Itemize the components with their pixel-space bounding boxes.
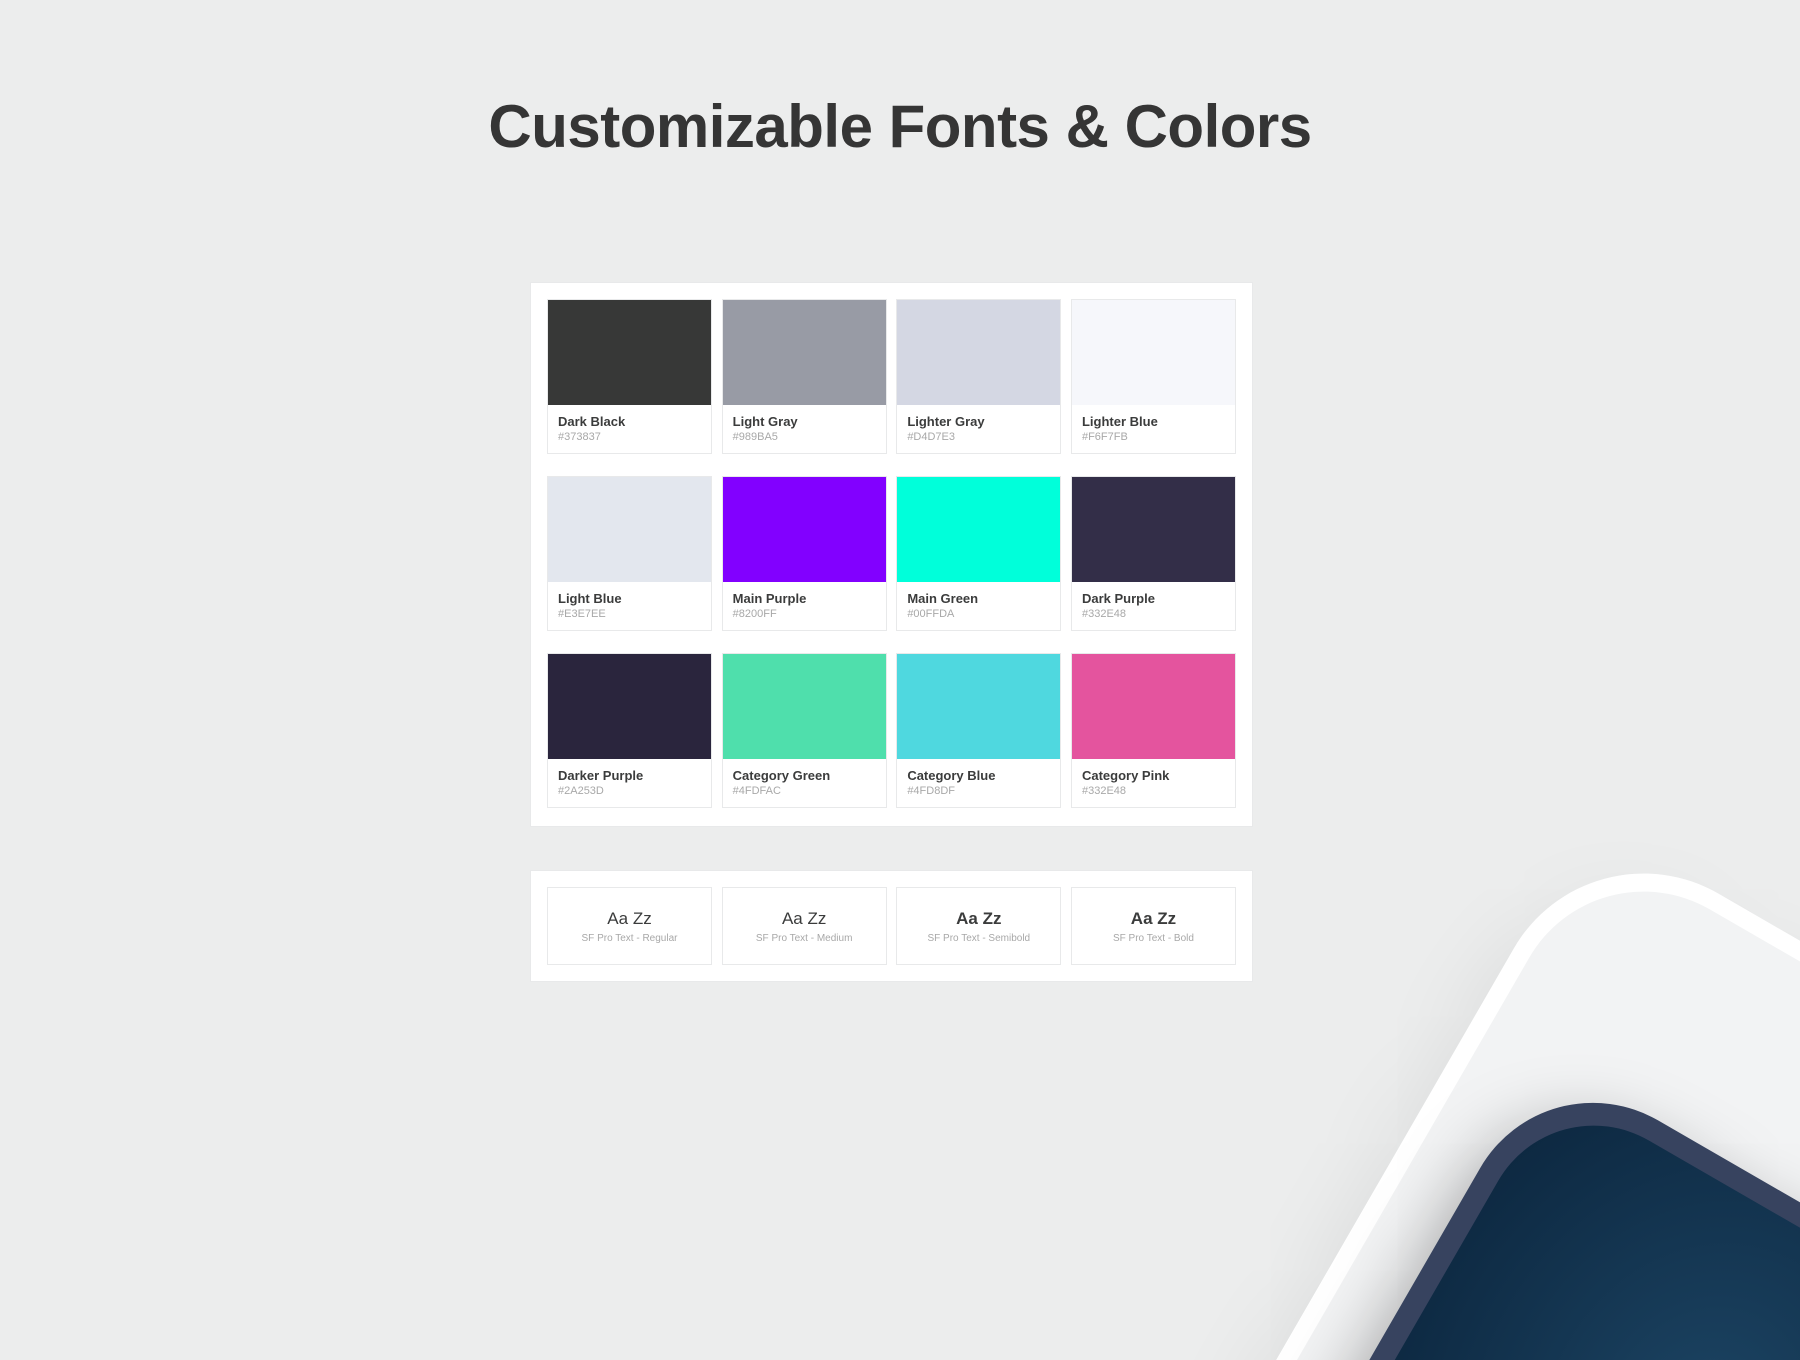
color-name: Category Green [723,759,886,785]
color-name: Main Green [897,582,1060,608]
color-hex: #E3E7EE [548,608,711,630]
color-fill [1072,477,1235,582]
font-sample-semibold[interactable]: Aa Zz SF Pro Text - Semibold [896,887,1061,965]
color-fill [723,654,886,759]
color-fill [1072,654,1235,759]
font-sample-text: Aa Zz [607,909,651,929]
font-sample-label: SF Pro Text - Bold [1113,933,1194,944]
color-name: Dark Purple [1072,582,1235,608]
font-sample-label: SF Pro Text - Regular [582,933,678,944]
color-fill [897,477,1060,582]
color-name: Dark Black [548,405,711,431]
color-swatch[interactable]: Category Green #4FDFAC [722,653,887,808]
color-name: Category Blue [897,759,1060,785]
color-hex: #D4D7E3 [897,431,1060,453]
color-hex: #8200FF [723,608,886,630]
color-swatch[interactable]: Main Green #00FFDA [896,476,1061,631]
color-hex: #2A253D [548,785,711,807]
color-hex: #4FDFAC [723,785,886,807]
color-hex: #332E48 [1072,785,1235,807]
font-sample-text: Aa Zz [782,909,826,929]
color-fill [897,654,1060,759]
color-swatch[interactable]: Darker Purple #2A253D [547,653,712,808]
swatch-row: Light Blue #E3E7EE Main Purple #8200FF M… [547,476,1236,643]
font-sample-regular[interactable]: Aa Zz SF Pro Text - Regular [547,887,712,965]
color-hex: #989BA5 [723,431,886,453]
font-sample-text: Aa Zz [956,909,1001,929]
color-swatch[interactable]: Lighter Blue #F6F7FB [1071,299,1236,454]
color-hex: #332E48 [1072,608,1235,630]
fonts-panel: Aa Zz SF Pro Text - Regular Aa Zz SF Pro… [530,870,1253,982]
color-hex: #373837 [548,431,711,453]
color-swatch[interactable]: Main Purple #8200FF [722,476,887,631]
color-swatch[interactable]: Dark Black #373837 [547,299,712,454]
color-name: Light Blue [548,582,711,608]
page-title: Customizable Fonts & Colors [0,92,1800,161]
color-fill [1072,300,1235,405]
font-sample-label: SF Pro Text - Medium [756,933,853,944]
color-name: Lighter Blue [1072,405,1235,431]
colors-panel: Dark Black #373837 Light Gray #989BA5 Li… [530,282,1253,827]
color-name: Main Purple [723,582,886,608]
color-name: Light Gray [723,405,886,431]
color-name: Lighter Gray [897,405,1060,431]
color-swatch[interactable]: Category Blue #4FD8DF [896,653,1061,808]
color-swatch[interactable]: Light Gray #989BA5 [722,299,887,454]
font-sample-bold[interactable]: Aa Zz SF Pro Text - Bold [1071,887,1236,965]
color-fill [548,654,711,759]
color-fill [548,477,711,582]
color-hex: #4FD8DF [897,785,1060,807]
swatch-row: Dark Black #373837 Light Gray #989BA5 Li… [547,299,1236,466]
color-swatch[interactable]: Lighter Gray #D4D7E3 [896,299,1061,454]
font-sample-medium[interactable]: Aa Zz SF Pro Text - Medium [722,887,887,965]
color-name: Darker Purple [548,759,711,785]
swatch-row: Darker Purple #2A253D Category Green #4F… [547,653,1236,820]
color-swatch[interactable]: Light Blue #E3E7EE [547,476,712,631]
color-fill [723,477,886,582]
color-hex: #00FFDA [897,608,1060,630]
color-fill [897,300,1060,405]
color-fill [723,300,886,405]
color-swatch[interactable]: Dark Purple #332E48 [1071,476,1236,631]
font-sample-text: Aa Zz [1131,909,1176,929]
color-hex: #F6F7FB [1072,431,1235,453]
color-swatch[interactable]: Category Pink #332E48 [1071,653,1236,808]
color-fill [548,300,711,405]
color-name: Category Pink [1072,759,1235,785]
font-sample-label: SF Pro Text - Semibold [927,933,1030,944]
